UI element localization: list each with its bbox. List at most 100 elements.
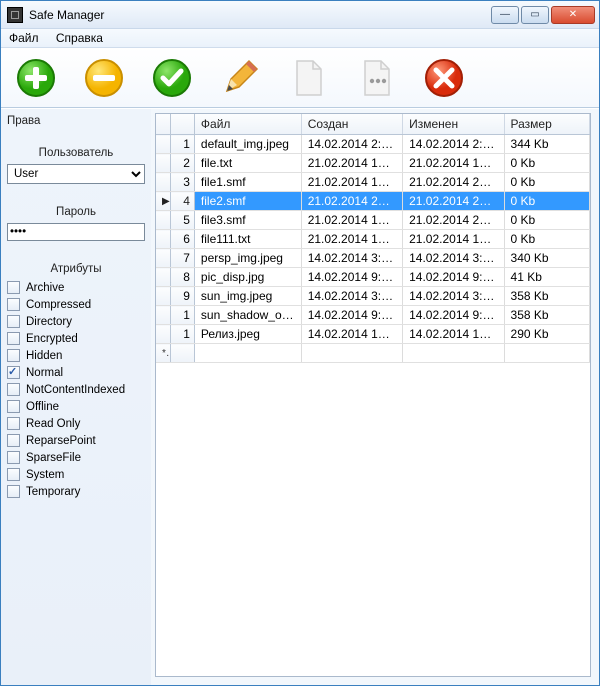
attribute-row[interactable]: Compressed — [7, 298, 145, 311]
attribute-row[interactable]: System — [7, 468, 145, 481]
row-indicator — [156, 268, 171, 287]
col-header-size[interactable]: Размер — [504, 114, 589, 135]
titlebar[interactable]: Safe Manager — ▭ ✕ — [1, 1, 599, 29]
row-indicator — [156, 173, 171, 192]
more-file-button[interactable] — [353, 55, 399, 101]
table-row[interactable]: 8pic_disp.jpg14.02.2014 9:30:…14.02.2014… — [156, 268, 590, 287]
minimize-button[interactable]: — — [491, 6, 519, 24]
checkbox-icon[interactable] — [7, 434, 20, 447]
table-row[interactable]: 9sun_img.jpeg14.02.2014 3:21:…14.02.2014… — [156, 287, 590, 306]
table-row[interactable]: 1sun_shadow_on…14.02.2014 9:43:…14.02.20… — [156, 306, 590, 325]
checkbox-icon[interactable] — [7, 349, 20, 362]
table-row[interactable]: 1Релиз.jpeg14.02.2014 12:5…14.02.2014 12… — [156, 325, 590, 344]
table-row[interactable]: 5file3.smf21.02.2014 17:5…21.02.2014 23:… — [156, 211, 590, 230]
cell-modified: 21.02.2014 23:0… — [403, 211, 504, 230]
x-circle-icon — [423, 57, 465, 99]
cell-size: 0 Kb — [504, 173, 589, 192]
cell-created: 14.02.2014 9:30:… — [301, 268, 402, 287]
cell-size: 0 Kb — [504, 230, 589, 249]
apply-button[interactable] — [149, 55, 195, 101]
maximize-button[interactable]: ▭ — [521, 6, 549, 24]
cell-created: 14.02.2014 3:10:… — [301, 249, 402, 268]
cell-modified: 14.02.2014 3:21:… — [403, 287, 504, 306]
table-row[interactable]: ▶4file2.smf21.02.2014 22:5…21.02.2014 22… — [156, 192, 590, 211]
col-header-modified[interactable]: Изменен — [403, 114, 504, 135]
attribute-label: Offline — [26, 401, 59, 413]
close-button[interactable]: ✕ — [551, 6, 595, 24]
user-select[interactable]: User — [7, 164, 145, 184]
checkbox-icon[interactable] — [7, 451, 20, 464]
row-number: 1 — [171, 325, 194, 344]
cell-modified: 14.02.2014 3:10:… — [403, 249, 504, 268]
window-title: Safe Manager — [29, 8, 491, 22]
checkbox-icon[interactable] — [7, 468, 20, 481]
menu-help[interactable]: Справка — [56, 31, 103, 45]
checkbox-icon[interactable] — [7, 298, 20, 311]
attribute-row[interactable]: Read Only — [7, 417, 145, 430]
cancel-button[interactable] — [421, 55, 467, 101]
new-row[interactable]: * — [156, 344, 590, 363]
cell-modified: 14.02.2014 12:5… — [403, 325, 504, 344]
cell-modified: 21.02.2014 22:5… — [403, 192, 504, 211]
table-row[interactable]: 6file111.txt21.02.2014 17:2…21.02.2014 1… — [156, 230, 590, 249]
checkbox-icon[interactable] — [7, 366, 20, 379]
checkbox-icon[interactable] — [7, 417, 20, 430]
checkbox-icon[interactable] — [7, 383, 20, 396]
attribute-row[interactable]: Directory — [7, 315, 145, 328]
table-row[interactable]: 1default_img.jpeg14.02.2014 2:54:…14.02.… — [156, 135, 590, 154]
cell-modified: 14.02.2014 9:29:… — [403, 268, 504, 287]
password-input[interactable] — [7, 223, 145, 241]
cell-modified: 21.02.2014 17:2… — [403, 230, 504, 249]
cell-modified: 14.02.2014 9:43:… — [403, 306, 504, 325]
row-indicator — [156, 287, 171, 306]
row-number: 5 — [171, 211, 194, 230]
cell-created: 14.02.2014 9:43:… — [301, 306, 402, 325]
row-indicator — [156, 211, 171, 230]
new-file-button[interactable] — [285, 55, 331, 101]
cell-file: Релиз.jpeg — [194, 325, 301, 344]
attribute-row[interactable]: NotContentIndexed — [7, 383, 145, 396]
attribute-label: SparseFile — [26, 452, 81, 464]
table-row[interactable]: 3file1.smf21.02.2014 17:2…21.02.2014 21:… — [156, 173, 590, 192]
attribute-row[interactable]: Hidden — [7, 349, 145, 362]
attribute-row[interactable]: Archive — [7, 281, 145, 294]
cell-file: file3.smf — [194, 211, 301, 230]
file-grid[interactable]: Файл Создан Изменен Размер 1default_img.… — [155, 113, 591, 677]
checkbox-icon[interactable] — [7, 485, 20, 498]
table-row[interactable]: 2file.txt21.02.2014 17:2…21.02.2014 17:2… — [156, 154, 590, 173]
table-row[interactable]: 7persp_img.jpeg14.02.2014 3:10:…14.02.20… — [156, 249, 590, 268]
row-number: 9 — [171, 287, 194, 306]
edit-button[interactable] — [217, 55, 263, 101]
cell-modified: 14.02.2014 2:54:… — [403, 135, 504, 154]
checkbox-icon[interactable] — [7, 281, 20, 294]
attribute-row[interactable]: SparseFile — [7, 451, 145, 464]
row-number: 3 — [171, 173, 194, 192]
cell-file: sun_shadow_on… — [194, 306, 301, 325]
attribute-row[interactable]: Temporary — [7, 485, 145, 498]
add-button[interactable] — [13, 55, 59, 101]
attribute-row[interactable]: Normal — [7, 366, 145, 379]
col-header-file[interactable]: Файл — [194, 114, 301, 135]
row-indicator: ▶ — [156, 192, 171, 211]
checkbox-icon[interactable] — [7, 332, 20, 345]
checkbox-icon[interactable] — [7, 315, 20, 328]
attribute-row[interactable]: Encrypted — [7, 332, 145, 345]
attribute-row[interactable]: Offline — [7, 400, 145, 413]
attribute-row[interactable]: ReparsePoint — [7, 434, 145, 447]
row-indicator-header — [156, 114, 171, 135]
app-icon — [7, 7, 23, 23]
checkbox-icon[interactable] — [7, 400, 20, 413]
row-number: 1 — [171, 306, 194, 325]
row-indicator — [156, 154, 171, 173]
menu-file[interactable]: Файл — [9, 31, 39, 45]
file-ellipsis-icon — [355, 57, 397, 99]
row-number-header — [171, 114, 194, 135]
sidebar: Права Пользователь User Пароль Атрибуты … — [1, 109, 151, 685]
col-header-created[interactable]: Создан — [301, 114, 402, 135]
row-indicator — [156, 230, 171, 249]
row-number: 7 — [171, 249, 194, 268]
cell-modified: 21.02.2014 21:4… — [403, 173, 504, 192]
remove-button[interactable] — [81, 55, 127, 101]
attribute-label: Read Only — [26, 418, 80, 430]
attribute-label: ReparsePoint — [26, 435, 96, 447]
